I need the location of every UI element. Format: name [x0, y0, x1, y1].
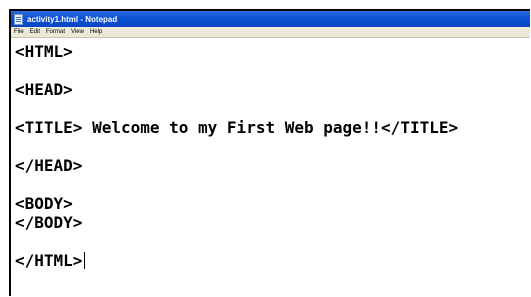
- editor-line: <HEAD>: [15, 80, 73, 99]
- notepad-icon[interactable]: [14, 13, 23, 25]
- editor-line: <BODY>: [15, 194, 73, 213]
- notepad-window: activity1.html - Notepad File Edit Forma…: [9, 9, 530, 296]
- text-editor-area[interactable]: <HTML> <HEAD> <TITLE> Welcome to my Firs…: [11, 38, 530, 270]
- menu-file[interactable]: File: [14, 29, 24, 35]
- text-caret: [84, 252, 86, 269]
- title-bar[interactable]: activity1.html - Notepad: [11, 11, 530, 27]
- editor-line: <HTML>: [15, 42, 73, 61]
- menu-help[interactable]: Help: [90, 29, 102, 35]
- window-title: activity1.html - Notepad: [27, 14, 118, 24]
- menu-format[interactable]: Format: [46, 29, 65, 35]
- menu-view[interactable]: View: [71, 29, 84, 35]
- menu-bar: File Edit Format View Help: [11, 27, 530, 38]
- editor-line-text: </HTML>: [15, 251, 83, 270]
- editor-line: </HEAD>: [15, 156, 83, 175]
- editor-line: </BODY>: [15, 213, 83, 232]
- editor-line-last: </HTML>: [15, 251, 530, 270]
- editor-line: <TITLE> Welcome to my First Web page!!</…: [15, 118, 459, 137]
- menu-edit[interactable]: Edit: [30, 29, 40, 35]
